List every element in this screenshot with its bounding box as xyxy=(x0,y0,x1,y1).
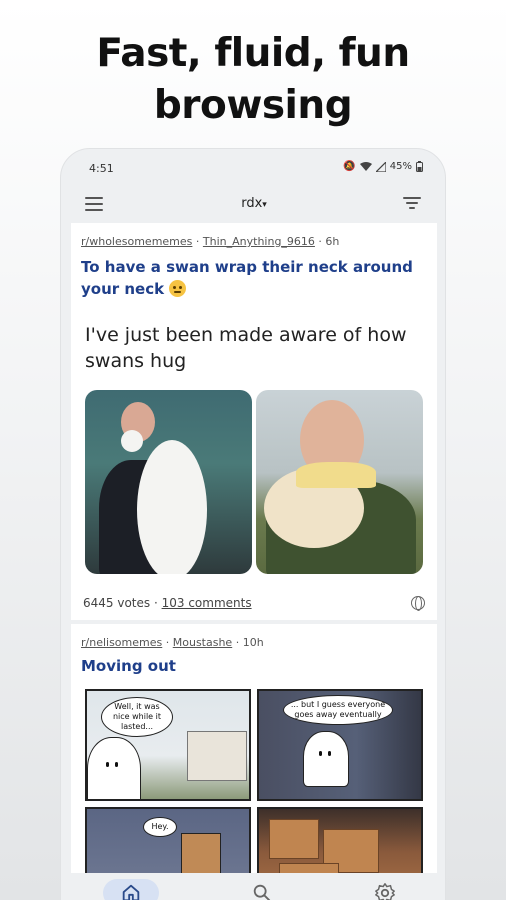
app-bar: rdx▾ xyxy=(61,187,445,223)
feed-selector[interactable]: rdx▾ xyxy=(61,196,445,211)
subreddit-link[interactable]: r/wholesomememes xyxy=(81,235,192,248)
subreddit-link[interactable]: r/nelisomemes xyxy=(81,636,162,649)
post-meta: r/wholesomememes · Thin_Anything_9616 · … xyxy=(81,235,340,248)
mute-icon: 🔕 xyxy=(343,161,356,172)
post-card[interactable]: r/nelisomemes · Moustashe · 10h Moving o… xyxy=(71,624,437,873)
post-image[interactable]: Well, it was nice while it lasted... ...… xyxy=(81,689,427,873)
chevron-down-icon: ▾ xyxy=(262,200,267,210)
author-link[interactable]: Thin_Anything_9616 xyxy=(203,235,315,248)
filter-icon[interactable] xyxy=(403,197,421,211)
battery-icon xyxy=(416,161,423,172)
status-icons: 🔕 45% xyxy=(343,161,423,172)
post-title-text: To have a swan wrap their neck around yo… xyxy=(81,258,413,298)
nav-search[interactable] xyxy=(242,879,282,900)
comic-panel-2: ... but I guess everyone goes away event… xyxy=(257,689,423,801)
pleading-face-icon xyxy=(169,280,187,297)
wifi-icon xyxy=(359,161,372,171)
home-icon xyxy=(122,884,139,900)
app-title: rdx xyxy=(241,196,263,211)
swan-hug-photo-left xyxy=(85,390,252,574)
vote-count: 6445 votes xyxy=(83,596,151,610)
post-title[interactable]: To have a swan wrap their neck around yo… xyxy=(81,256,427,300)
globe-icon[interactable] xyxy=(411,596,425,611)
feed[interactable]: r/wholesomememes · Thin_Anything_9616 · … xyxy=(71,223,437,873)
battery-text: 45% xyxy=(389,161,412,172)
ghost-character xyxy=(87,737,141,799)
swan-hug-photo-right xyxy=(256,390,423,574)
speech-bubble: Well, it was nice while it lasted... xyxy=(101,697,173,737)
post-age: 10h xyxy=(242,636,264,649)
speech-bubble: Hey. xyxy=(143,817,177,837)
post-card[interactable]: r/wholesomememes · Thin_Anything_9616 · … xyxy=(71,223,437,620)
promo-headline: Fast, fluid, fun browsing xyxy=(0,28,506,132)
headline-line-1: Fast, fluid, fun xyxy=(96,31,410,76)
bottom-nav xyxy=(61,873,445,900)
comic-panel-3: Hey. xyxy=(85,807,251,873)
phone-frame: 4:51 🔕 45% rdx▾ r/wholesomememes · Thin_… xyxy=(60,148,446,900)
comic-panel-1: Well, it was nice while it lasted... xyxy=(85,689,251,801)
post-title[interactable]: Moving out xyxy=(81,655,427,677)
nav-home[interactable] xyxy=(102,879,159,900)
author-link[interactable]: Moustashe xyxy=(173,636,232,649)
ghost-character xyxy=(303,731,349,787)
search-icon xyxy=(253,884,271,900)
comments-link[interactable]: 103 comments xyxy=(162,596,252,610)
headline-line-2: browsing xyxy=(153,83,353,128)
nav-settings[interactable] xyxy=(365,879,405,900)
post-age: 6h xyxy=(325,235,340,248)
signal-icon xyxy=(375,161,386,172)
post-meta: r/nelisomemes · Moustashe · 10h xyxy=(81,636,264,649)
comic-panel-4 xyxy=(257,807,423,873)
status-time: 4:51 xyxy=(89,162,114,175)
post-image[interactable] xyxy=(81,390,427,574)
status-bar: 4:51 🔕 45% xyxy=(61,149,445,187)
settings-icon xyxy=(375,883,396,900)
meme-caption: I've just been made aware of how swans h… xyxy=(85,324,407,372)
post-footer: 6445 votes · 103 comments xyxy=(81,596,427,611)
speech-bubble: ... but I guess everyone goes away event… xyxy=(283,695,393,725)
post-stats: 6445 votes · 103 comments xyxy=(83,596,252,610)
